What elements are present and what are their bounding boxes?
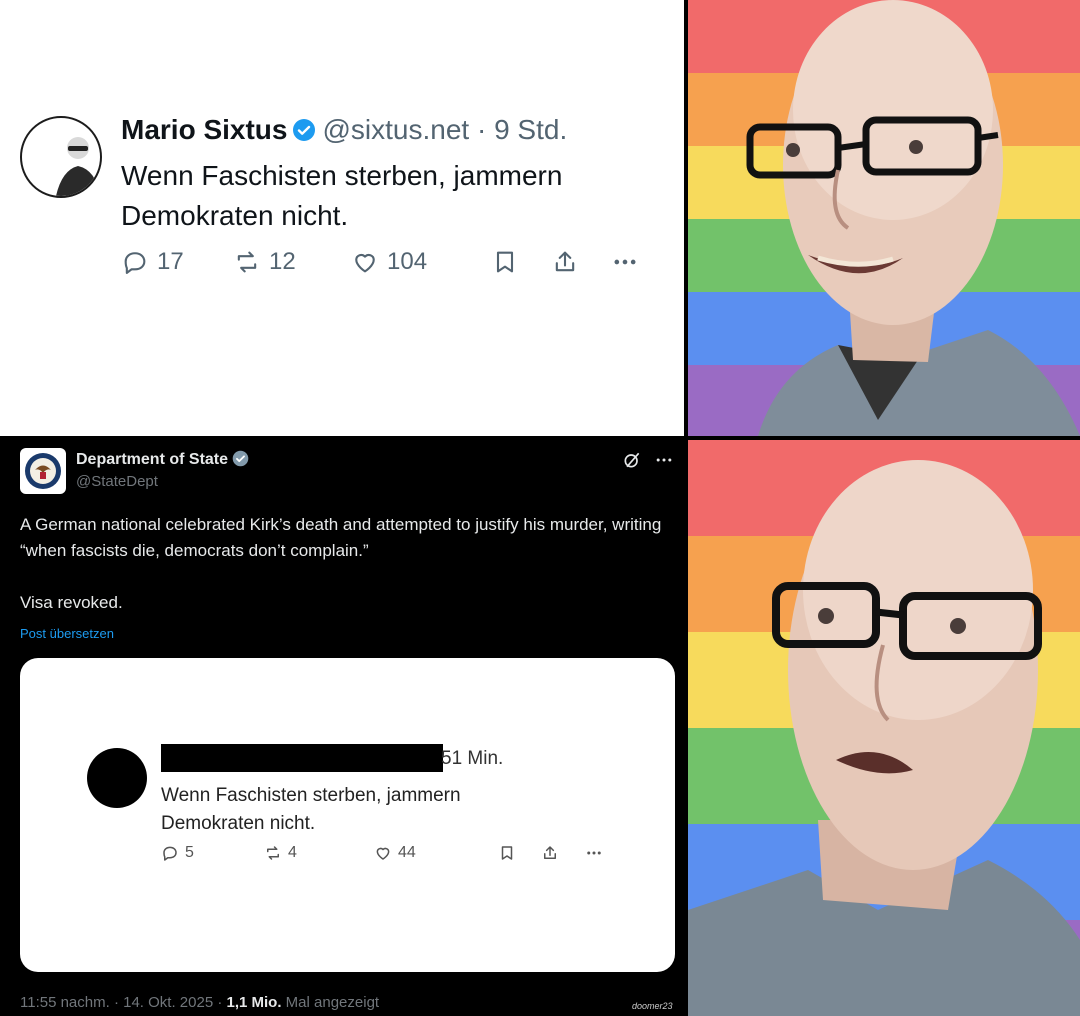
bookmark-button[interactable] (491, 248, 519, 276)
quoted-share (541, 844, 559, 862)
share-button[interactable] (551, 248, 579, 276)
quoted-reply-count: 5 (185, 844, 194, 861)
share-icon (555, 251, 575, 272)
more-icon[interactable] (654, 450, 674, 470)
tweet-body: A German national celebrated Kirk’s deat… (20, 512, 670, 616)
tweet-actions: 17 12 104 (121, 248, 661, 282)
rainbow-flag-background (688, 440, 1080, 1016)
repost-icon (267, 846, 279, 860)
reply-button[interactable]: 17 (121, 248, 184, 276)
bottom-reaction-photo (688, 440, 1080, 1016)
post-timestamp[interactable]: 11:55 nachm. · 14. Okt. 2025 · (20, 994, 227, 1011)
tweet-text-conclusion: Visa revoked. (20, 593, 123, 612)
author-name-text: Department of State (76, 451, 229, 468)
tweet-text: A German national celebrated Kirk’s deat… (20, 515, 662, 560)
top-tweet-panel: Mario Sixtus @sixtus.net · 9 Std. Wenn Fa… (0, 0, 684, 436)
share-icon (544, 846, 556, 859)
quoted-actions: 5 4 44 (161, 844, 621, 866)
redacted-avatar (87, 748, 147, 808)
heart-icon (376, 847, 390, 860)
artist-signature: doomer23 (632, 1001, 673, 1011)
quoted-reply: 5 (161, 844, 194, 862)
author-handle[interactable]: @StateDept (76, 473, 158, 490)
tweet-text: Wenn Faschisten sterben, jammern Demokra… (121, 160, 563, 231)
verified-badge-icon (292, 117, 316, 149)
quoted-time: 51 Min. (441, 748, 504, 769)
bottom-tweet-panel: Department of State @StateDept A German … (0, 440, 684, 1016)
quoted-repost: 4 (264, 844, 297, 862)
author-name[interactable]: Department of State (76, 450, 249, 469)
reply-count: 17 (157, 248, 184, 275)
quoted-bookmark (498, 844, 516, 862)
quoted-more (585, 844, 603, 862)
profile-avatar[interactable] (20, 116, 102, 198)
bookmark-icon (496, 251, 514, 273)
reply-icon (163, 846, 177, 861)
quoted-screenshot-card[interactable]: 51 Min. Wenn Faschisten sterben, jammern… (20, 658, 675, 972)
translate-link[interactable]: Post übersetzen (20, 626, 114, 641)
tweet-header: Mario Sixtus @sixtus.net · 9 Std. (121, 114, 567, 149)
like-button[interactable]: 104 (351, 248, 427, 276)
repost-count: 12 (269, 248, 296, 275)
tweet-footer: 11:55 nachm. · 14. Okt. 2025 · 1,1 Mio. … (20, 994, 379, 1011)
verified-badge-icon (233, 450, 249, 467)
quoted-like-count: 44 (398, 844, 416, 861)
views-suffix: Mal angezeigt (281, 994, 380, 1011)
redacted-name-bar (161, 744, 443, 772)
quoted-repost-count: 4 (288, 844, 297, 861)
grok-icon[interactable] (622, 450, 642, 470)
header-actions (622, 450, 674, 470)
top-reaction-photo (688, 0, 1080, 436)
quoted-text: Wenn Faschisten sterben, jammern Demokra… (161, 785, 461, 834)
like-count: 104 (387, 248, 428, 275)
more-button[interactable] (611, 248, 639, 276)
quoted-like: 44 (374, 844, 416, 862)
state-department-seal-icon[interactable] (20, 448, 66, 494)
reply-icon (124, 252, 146, 274)
author-name[interactable]: Mario Sixtus (121, 114, 287, 145)
view-count: 1,1 Mio. (226, 994, 282, 1011)
repost-button[interactable]: 12 (233, 248, 296, 276)
rainbow-flag-background (688, 0, 1080, 436)
bookmark-icon (501, 846, 513, 860)
handle-and-time[interactable]: @sixtus.net · 9 Std. (322, 114, 567, 145)
more-icon (587, 851, 601, 855)
heart-icon (355, 253, 375, 273)
repost-icon (237, 251, 257, 273)
more-icon (614, 259, 636, 265)
